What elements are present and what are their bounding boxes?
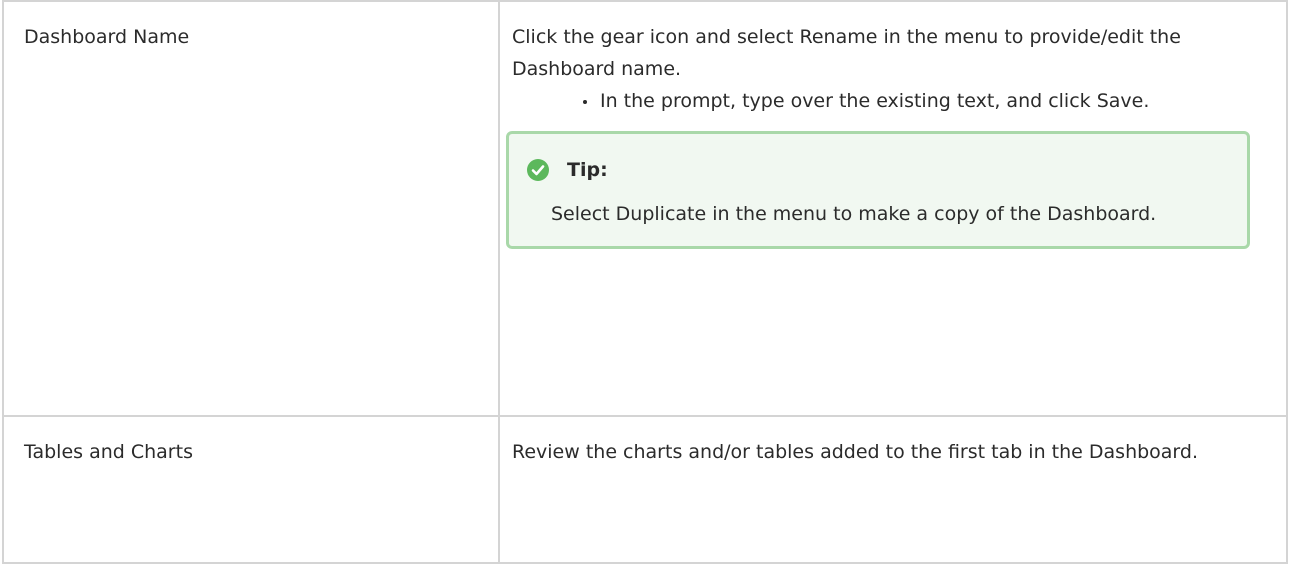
bullet-item: In the prompt, type over the existing te… — [580, 85, 1266, 117]
row-label: Dashboard Name — [24, 26, 190, 48]
tip-header: Tip: — [527, 154, 1227, 186]
check-circle-icon — [527, 159, 549, 181]
row-label: Tables and Charts — [24, 441, 193, 463]
tip-title: Tip: — [567, 159, 608, 181]
table-row: Tables and Charts Review the charts and/… — [2, 415, 1288, 564]
row-description: Click the gear icon and select Rename in… — [512, 26, 1181, 80]
row-description-cell: Review the charts and/or tables added to… — [498, 415, 1288, 564]
row-description: Review the charts and/or tables added to… — [512, 441, 1199, 463]
tip-text: Select Duplicate in the menu to make a c… — [551, 203, 1157, 225]
bullet-list: In the prompt, type over the existing te… — [512, 85, 1266, 117]
table-row: Dashboard Name Click the gear icon and s… — [2, 0, 1288, 417]
tip-callout: Tip: Select Duplicate in the menu to mak… — [506, 131, 1250, 249]
row-label-cell: Dashboard Name — [2, 0, 500, 417]
feature-table: Dashboard Name Click the gear icon and s… — [2, 0, 1288, 564]
row-label-cell: Tables and Charts — [2, 415, 500, 564]
row-description-cell: Click the gear icon and select Rename in… — [498, 0, 1288, 417]
